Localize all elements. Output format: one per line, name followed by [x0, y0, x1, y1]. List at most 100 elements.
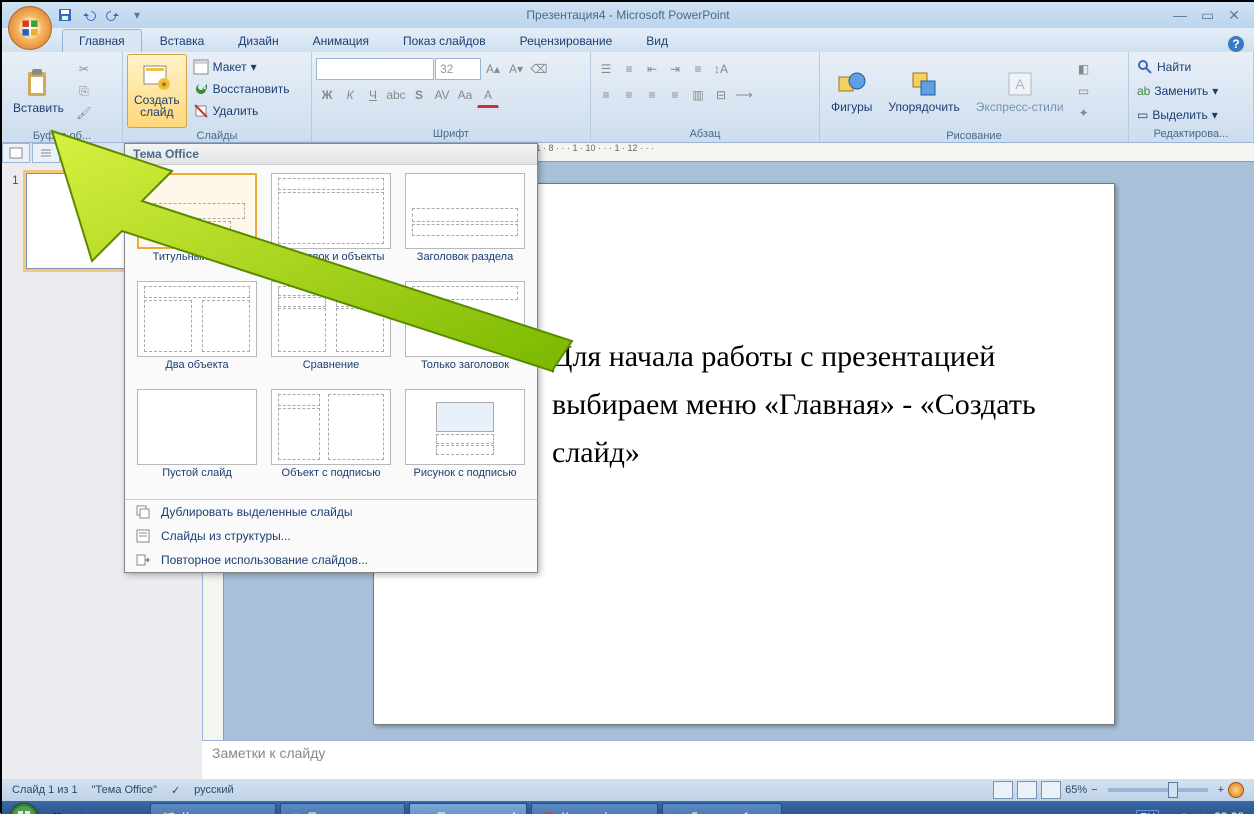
line-spacing-icon[interactable]: ≡ [687, 58, 709, 80]
cut-icon[interactable]: ✂ [73, 58, 95, 80]
fit-to-window-icon[interactable] [1228, 782, 1244, 798]
zoom-percentage[interactable]: 65% [1065, 784, 1087, 796]
zoom-in-icon[interactable]: + [1218, 784, 1224, 796]
format-painter-icon[interactable]: 🖌 [73, 102, 95, 124]
qat-dropdown-icon[interactable]: ▾ [128, 6, 146, 24]
shape-outline-icon[interactable]: ▭ [1073, 80, 1095, 102]
align-center-icon[interactable]: ≡ [618, 84, 640, 106]
shape-fill-icon[interactable]: ◧ [1073, 58, 1095, 80]
taskbar-app[interactable]: 📁К открытому ... [150, 803, 276, 814]
qat-redo-icon[interactable] [104, 6, 122, 24]
indent-inc-icon[interactable]: ⇥ [664, 58, 686, 80]
layout-button[interactable]: Макет ▾ [189, 56, 294, 78]
outline-tab-icon[interactable] [32, 143, 60, 163]
tray-kaspersky-icon[interactable]: K [1197, 810, 1206, 814]
select-button[interactable]: ▭Выделить ▾ [1133, 104, 1222, 126]
font-family-select[interactable] [316, 58, 434, 80]
tab-home[interactable]: Главная [62, 29, 142, 52]
align-text-icon[interactable]: ⊟ [710, 84, 732, 106]
layout-picture-caption[interactable]: Рисунок с подписью [401, 389, 529, 491]
align-right-icon[interactable]: ≡ [641, 84, 663, 106]
minimize-button[interactable]: — [1173, 7, 1187, 24]
taskbar-app[interactable]: ◯Классификац... [531, 803, 657, 814]
menu-reuse-slides[interactable]: Повторное использование слайдов... [125, 548, 537, 572]
quick-styles-button[interactable]: A Экспресс-стили [969, 54, 1071, 128]
paste-button[interactable]: Вставить [6, 54, 71, 128]
find-button[interactable]: Найти [1133, 56, 1195, 78]
taskbar-app[interactable]: WДокумент1 - ... [662, 803, 782, 814]
delete-button[interactable]: Удалить [189, 100, 294, 122]
layout-title-content[interactable]: Заголовок и объекты [267, 173, 395, 275]
shapes-button[interactable]: Фигуры [824, 54, 879, 128]
shrink-font-icon[interactable]: A▾ [505, 58, 527, 80]
taskbar-app[interactable]: ▣Презентация ... [280, 803, 405, 814]
zoom-slider[interactable] [1108, 788, 1208, 792]
smartart-icon[interactable]: ⟶ [733, 84, 755, 106]
italic-icon[interactable]: К [339, 84, 361, 106]
layout-two-content[interactable]: Два объекта [133, 281, 261, 383]
font-size-select[interactable]: 32 [435, 58, 481, 80]
text-direction-icon[interactable]: ↕A [710, 58, 732, 80]
replace-button[interactable]: abЗаменить ▾ [1133, 80, 1222, 102]
view-normal-icon[interactable] [993, 781, 1013, 799]
start-button[interactable] [2, 801, 46, 814]
strike-icon[interactable]: abc [385, 84, 407, 106]
view-sorter-icon[interactable] [1017, 781, 1037, 799]
columns-icon[interactable]: ▥ [687, 84, 709, 106]
tab-animation[interactable]: Анимация [297, 30, 385, 52]
underline-icon[interactable]: Ч [362, 84, 384, 106]
grow-font-icon[interactable]: A▴ [482, 58, 504, 80]
arrange-button[interactable]: Упорядочить [881, 54, 966, 128]
clear-format-icon[interactable]: ⌫ [528, 58, 550, 80]
bullets-icon[interactable]: ☰ [595, 58, 617, 80]
qat-undo-icon[interactable] [80, 6, 98, 24]
change-case-icon[interactable]: Aa [454, 84, 476, 106]
numbering-icon[interactable]: ≡ [618, 58, 640, 80]
layout-title-slide[interactable]: Титульный слайд [133, 173, 261, 275]
zoom-out-icon[interactable]: − [1091, 784, 1097, 796]
char-spacing-icon[interactable]: AV [431, 84, 453, 106]
spellcheck-icon[interactable]: ✓ [171, 784, 180, 797]
quicklaunch-icon[interactable]: ⧉ [66, 810, 75, 814]
shape-effects-icon[interactable]: ✦ [1073, 102, 1095, 124]
qat-save-icon[interactable] [56, 6, 74, 24]
close-button[interactable]: ✕ [1228, 7, 1240, 24]
help-icon[interactable]: ? [1228, 36, 1244, 52]
indent-dec-icon[interactable]: ⇤ [641, 58, 663, 80]
align-justify-icon[interactable]: ≡ [664, 84, 686, 106]
office-button[interactable] [8, 6, 52, 50]
align-left-icon[interactable]: ≡ [595, 84, 617, 106]
layout-comparison[interactable]: Сравнение [267, 281, 395, 383]
new-slide-button[interactable]: ✶ Создать слайд [127, 54, 187, 128]
notes-pane[interactable]: Заметки к слайду [202, 740, 1254, 779]
maximize-button[interactable]: ▭ [1201, 7, 1214, 24]
tab-slideshow[interactable]: Показ слайдов [387, 30, 502, 52]
taskbar-app[interactable]: ▣Презентация4 [409, 803, 528, 814]
tray-icon[interactable]: ◉ [1179, 810, 1189, 814]
tab-insert[interactable]: Вставка [144, 30, 221, 52]
layout-section-header[interactable]: Заголовок раздела [401, 173, 529, 275]
menu-slides-from-outline[interactable]: Слайды из структуры... [125, 524, 537, 548]
status-language[interactable]: русский [194, 784, 233, 796]
view-slideshow-icon[interactable] [1041, 781, 1061, 799]
quicklaunch-icon[interactable]: ❤ [52, 810, 62, 814]
tab-view[interactable]: Вид [630, 30, 684, 52]
taskbar-language[interactable]: RU [1136, 810, 1158, 814]
reset-button[interactable]: Восстановить [189, 78, 294, 100]
shadow-icon[interactable]: S [408, 84, 430, 106]
slides-tab-icon[interactable] [2, 143, 30, 163]
taskbar-clock[interactable]: 22:28 [1214, 810, 1244, 814]
copy-icon[interactable]: ⎘ [73, 80, 95, 102]
tray-arrow-icon[interactable]: ‹ [1167, 810, 1171, 814]
font-color-icon[interactable]: A [477, 84, 499, 108]
tab-review[interactable]: Рецензирование [504, 30, 629, 52]
thumbnail-number: 1 [12, 173, 19, 187]
layout-title-only[interactable]: Только заголовок [401, 281, 529, 383]
layout-content-caption[interactable]: Объект с подписью [267, 389, 395, 491]
bold-icon[interactable]: Ж [316, 84, 338, 106]
title-bar: ▾ Презентация4 - Microsoft PowerPoint — … [2, 2, 1254, 28]
tab-design[interactable]: Дизайн [222, 30, 294, 52]
quicklaunch-icon[interactable]: ☄ [79, 810, 90, 814]
layout-blank[interactable]: Пустой слайд [133, 389, 261, 491]
menu-duplicate-slides[interactable]: Дублировать выделенные слайды [125, 500, 537, 524]
